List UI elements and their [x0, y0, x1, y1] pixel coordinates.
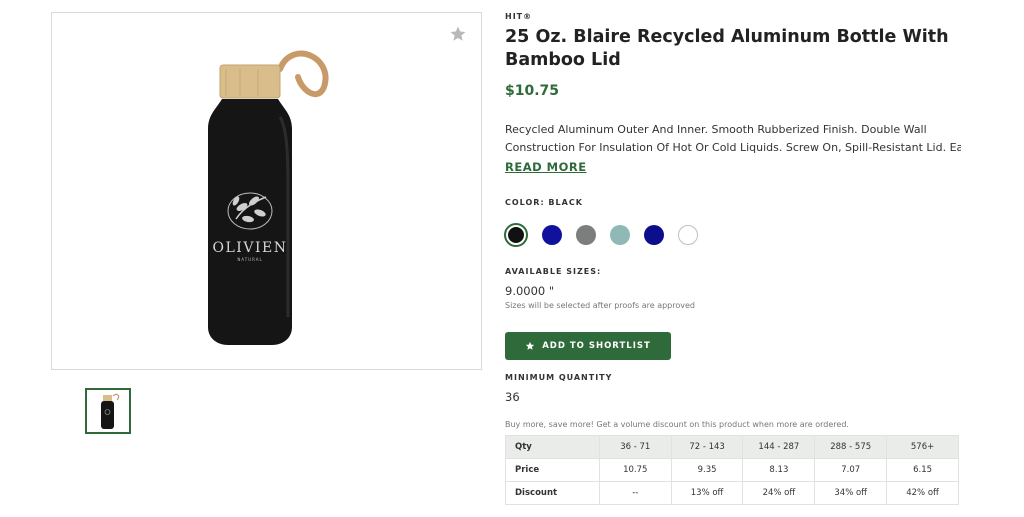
- table-cell: 72 - 143: [670, 435, 744, 459]
- color-swatch-navy[interactable]: [644, 225, 664, 245]
- pricing-table: Qty 36 - 71 72 - 143 144 - 287 288 - 575…: [505, 435, 959, 505]
- size-value: 9.0000 ": [505, 284, 555, 298]
- table-cell: 24% off: [742, 481, 816, 505]
- table-row: Price 10.75 9.35 8.13 7.07 6.15: [505, 458, 959, 482]
- table-cell: Price: [505, 458, 600, 482]
- table-cell: 36 - 71: [598, 435, 672, 459]
- bottle-thumbnail-icon: [101, 393, 120, 429]
- star-icon: [526, 341, 535, 350]
- brand-name: HIT®: [505, 12, 533, 21]
- table-cell: 8.13: [742, 458, 816, 482]
- minimum-quantity-label: MINIMUM QUANTITY: [505, 373, 613, 382]
- table-row: Discount -- 13% off 24% off 34% off 42% …: [505, 481, 959, 505]
- color-swatch-seafoam[interactable]: [610, 225, 630, 245]
- swatch-fill: [508, 227, 524, 243]
- table-cell: Discount: [505, 481, 600, 505]
- table-cell: 9.35: [670, 458, 744, 482]
- table-cell: 6.15: [886, 458, 959, 482]
- product-description: Recycled Aluminum Outer And Inner. Smoot…: [505, 121, 961, 177]
- table-cell: 13% off: [670, 481, 744, 505]
- table-cell: Qty: [505, 435, 600, 459]
- sizes-label: AVAILABLE SIZES:: [505, 267, 602, 276]
- product-thumbnail[interactable]: [85, 388, 131, 434]
- product-title: 25 Oz. Blaire Recycled Aluminum Bottle W…: [505, 27, 949, 70]
- bottle-logo-text: OLIVIEN: [213, 240, 288, 256]
- description-line: Recycled Aluminum Outer And Inner. Smoot…: [505, 123, 927, 136]
- read-more-link[interactable]: READ MORE: [505, 158, 587, 176]
- table-cell: 10.75: [598, 458, 672, 482]
- table-cell: --: [598, 481, 672, 505]
- table-cell: 7.07: [814, 458, 888, 482]
- table-cell: 42% off: [886, 481, 959, 505]
- color-swatches: [504, 223, 965, 247]
- description-line: Construction For Insulation Of Hot Or Co…: [505, 141, 961, 154]
- product-price: $10.75: [505, 83, 560, 99]
- product-main-image: OLIVIEN NATURAL: [51, 12, 482, 370]
- color-label: COLOR: BLACK: [505, 198, 583, 207]
- size-note: Sizes will be selected after proofs are …: [505, 301, 695, 310]
- favorite-star-icon[interactable]: [449, 25, 467, 43]
- add-to-shortlist-button[interactable]: ADD TO SHORTLIST: [505, 332, 671, 360]
- bottle-logo-subtext: NATURAL: [237, 257, 262, 262]
- color-swatch-gray[interactable]: [576, 225, 596, 245]
- table-cell: 34% off: [814, 481, 888, 505]
- shortlist-button-label: ADD TO SHORTLIST: [542, 341, 651, 351]
- product-info: HIT® 25 Oz. Blaire Recycled Aluminum Bot…: [504, 12, 965, 505]
- minimum-quantity-value: 36: [505, 390, 520, 404]
- table-cell: 576+: [886, 435, 959, 459]
- color-swatch-royal-blue[interactable]: [542, 225, 562, 245]
- table-cell: 288 - 575: [814, 435, 888, 459]
- volume-discount-note: Buy more, save more! Get a volume discou…: [505, 420, 849, 429]
- bottle-illustration: OLIVIEN NATURAL: [208, 50, 329, 345]
- table-row: Qty 36 - 71 72 - 143 144 - 287 288 - 575…: [505, 435, 959, 459]
- table-cell: 144 - 287: [742, 435, 816, 459]
- color-swatch-black[interactable]: [504, 223, 528, 247]
- color-swatch-white[interactable]: [678, 225, 698, 245]
